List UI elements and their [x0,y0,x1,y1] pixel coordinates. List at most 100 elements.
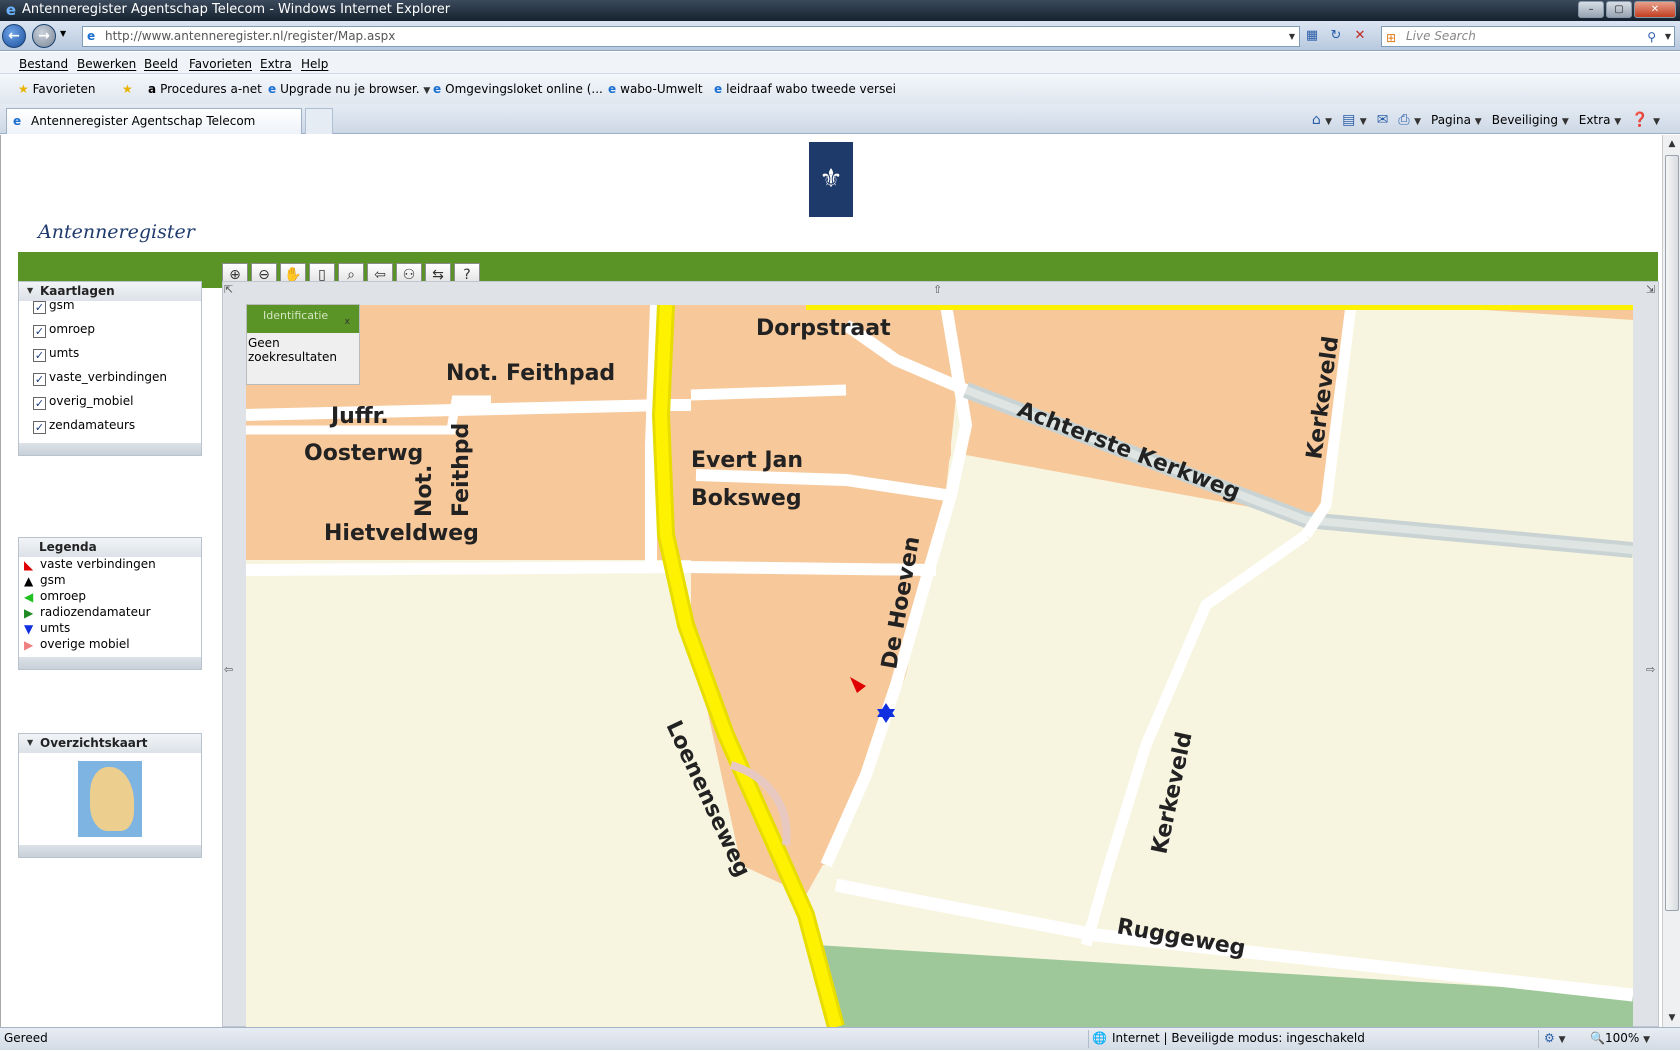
feeds-icon[interactable]: ▤ ▼ [1342,112,1367,128]
ie-page-icon: e [714,82,723,96]
protected-mode-icon[interactable]: ⚙ ▼ [1544,1028,1566,1051]
page-menu[interactable]: Pagina ▼ [1431,113,1482,127]
new-tab-button[interactable] [305,108,333,134]
pan-north-icon[interactable]: ⇧ [933,283,942,296]
favorite-link-omgevingsloket[interactable]: e Omgevingsloket online (... [433,82,603,96]
identification-popup: Identificatie x Geen zoekresultaten [246,304,360,385]
street-label: Juffr. [329,404,389,429]
menu-bewerken[interactable]: Bewerken [77,57,136,71]
status-text: Gereed [4,1031,48,1045]
live-search-logo-icon: ⊞ [1386,31,1397,45]
ie-page-icon: e [433,82,442,96]
search-dropdown-icon[interactable]: ▼ [1665,27,1671,46]
zoom-level[interactable]: 🔍100% ▼ [1590,1028,1650,1051]
legend-item: ▼ umts [24,621,71,636]
pan-northeast-icon[interactable]: ⇲ [1646,283,1655,296]
minimize-button[interactable]: – [1578,1,1604,18]
favorite-link-leidraaf[interactable]: e leidraaf wabo tweede versei [714,82,896,96]
command-bar: ⌂ ▼ ▤ ▼ ✉ ⎙ ▼ Pagina ▼ Beveiliging ▼ Ext… [1312,112,1660,128]
search-icon[interactable]: ⚲ [1647,28,1656,47]
layer-checkbox[interactable]: ✓ [33,373,46,386]
menu-bestand[interactable]: Bestand [19,57,68,71]
ie-logo-icon: e [5,1,17,19]
identification-message: Geen zoekresultaten [248,336,337,364]
address-dropdown-icon[interactable]: ▼ [1289,27,1295,46]
security-menu[interactable]: Beveiliging ▼ [1492,113,1569,127]
rijksoverheid-logo: ⚜ [809,142,853,217]
legend-item: ▶ radiozendamateur [24,605,151,620]
street-label: Boksweg [691,486,802,511]
overview-panel-header[interactable]: ▼ Overzichtskaart [19,734,201,753]
back-button[interactable]: ← [2,24,26,48]
map-canvas[interactable]: Dorpstraat Not. Feithpad Juffr. Oosterwg… [246,305,1633,1027]
menu-favorieten[interactable]: Favorieten [189,57,252,71]
navigation-bar: ← → ▼ e http://www.antenneregister.nl/re… [0,21,1680,51]
status-bar: Gereed 🌐 Internet | Beveiligde modus: ing… [0,1027,1680,1050]
favorites-star-icon: ★ [18,82,29,96]
search-input[interactable]: ⊞ Live Search ⚲ ▼ [1381,26,1675,47]
maximize-button[interactable]: ▢ [1606,1,1632,18]
layer-item[interactable]: ✓ overig_mobiel [19,391,201,415]
search-placeholder: Live Search [1406,29,1476,43]
layer-item[interactable]: ✓ gsm [19,295,201,319]
triangle-down-left-icon: ◣ [24,558,34,572]
forward-button[interactable]: → [32,24,56,48]
identification-close-button[interactable]: x [345,317,350,327]
layer-checkbox[interactable]: ✓ [33,421,46,434]
vertical-scrollbar[interactable]: ▲ ▼ [1662,135,1680,1027]
site-brand: Antenneregister [38,221,195,243]
ie-page-icon: e [13,114,22,128]
layer-checkbox[interactable]: ✓ [33,397,46,410]
close-window-button[interactable]: ✕ [1634,1,1676,18]
favorite-link-upgrade[interactable]: e Upgrade nu je browser. ▼ [268,82,430,96]
scroll-thumb[interactable] [1665,155,1679,911]
triangle-right-icon: ▶ [24,638,34,652]
security-zone[interactable]: 🌐 Internet | Beveiligde modus: ingeschake… [1092,1028,1365,1049]
add-favorites-icon[interactable]: ★ [122,82,133,96]
layer-item[interactable]: ✓ umts [19,343,201,367]
layer-item[interactable]: ✓ omroep [19,319,201,343]
triangle-down-icon: ▼ [24,622,34,636]
help-icon[interactable]: ❓ ▼ [1631,112,1660,128]
compatibility-icon[interactable]: ▦ [1302,26,1322,46]
layer-checkbox[interactable]: ✓ [33,325,46,338]
extra-menu[interactable]: Extra ▼ [1579,113,1621,127]
a-net-icon: a [148,82,157,96]
layer-checkbox[interactable]: ✓ [33,349,46,362]
favorite-link-wabo-umwelt[interactable]: e wabo-Umwelt [608,82,703,96]
pan-northwest-icon[interactable]: ⇱ [224,283,233,296]
menu-beeld[interactable]: Beeld [144,57,178,71]
triangle-up-icon: ▲ [24,574,34,588]
scroll-up-icon[interactable]: ▲ [1667,139,1677,149]
print-icon[interactable]: ⎙ ▼ [1398,112,1421,128]
pan-east-icon[interactable]: ⇨ [1646,663,1655,676]
collapse-triangle-icon: ▼ [27,738,34,747]
layer-item[interactable]: ✓ vaste_verbindingen [19,367,201,391]
stop-icon[interactable]: ✕ [1350,26,1370,46]
street-label: Dorpstraat [756,316,891,341]
layer-item[interactable]: ✓ zendamateurs [19,415,201,439]
history-dropdown-icon[interactable]: ▼ [60,29,66,38]
mail-icon[interactable]: ✉ [1377,112,1389,128]
home-icon[interactable]: ⌂ ▼ [1312,112,1332,128]
favorite-link-procedures[interactable]: a Procedures a-net [148,82,262,96]
favorites-button[interactable]: ★ Favorieten [18,82,96,96]
overview-panel: ▼ Overzichtskaart [18,733,202,858]
legend-panel-header: Legenda [19,538,201,557]
street-label: Not. Feithpad [446,361,615,386]
map-svg: Dorpstraat Not. Feithpad Juffr. Oosterwg… [246,305,1633,1027]
address-bar[interactable]: e http://www.antenneregister.nl/register… [82,26,1300,47]
street-label: Hietveldweg [324,521,479,546]
scroll-down-icon[interactable]: ▼ [1667,1013,1677,1023]
page-icon: e [87,29,96,43]
menu-extra[interactable]: Extra [260,57,292,71]
globe-icon: 🌐 [1092,1031,1107,1045]
tab-antenneregister[interactable]: e Antenneregister Agentschap Telecom [6,108,302,134]
overview-map[interactable] [78,761,142,837]
refresh-icon[interactable]: ↻ [1326,26,1346,46]
layer-checkbox[interactable]: ✓ [33,301,46,314]
pan-west-icon[interactable]: ⇦ [224,663,233,676]
menu-help[interactable]: Help [301,57,328,71]
triangle-right-icon: ▶ [24,606,34,620]
window-title: Antenneregister Agentschap Telecom - Win… [22,2,451,17]
